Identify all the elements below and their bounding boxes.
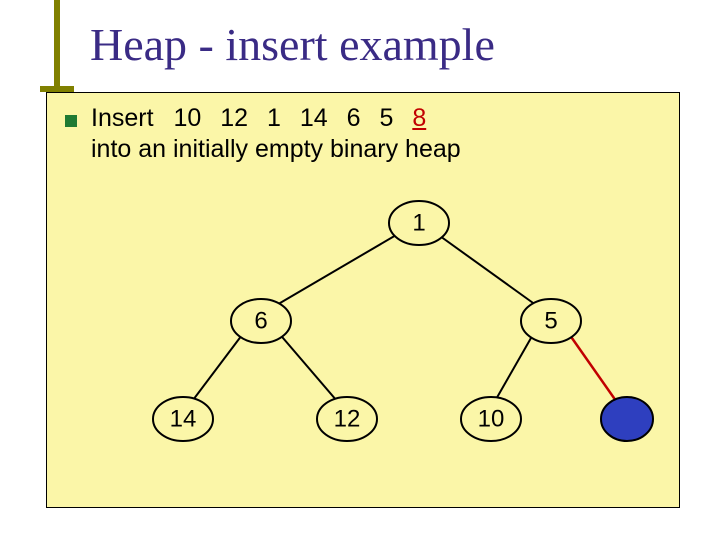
seq-0: 10 — [173, 103, 201, 134]
seq-2: 1 — [267, 103, 281, 134]
node-root-label: 1 — [412, 210, 425, 237]
node-l-label: 6 — [254, 308, 267, 335]
edge-root-l — [263, 231, 403, 313]
node-rl-label: 10 — [478, 406, 505, 433]
content-panel: Insert 10 12 1 14 6 5 8 into an initiall… — [46, 92, 680, 508]
node-rr-new — [601, 397, 653, 441]
seq-6-current: 8 — [412, 103, 426, 134]
seq-4: 6 — [347, 103, 361, 134]
seq-5: 5 — [379, 103, 393, 134]
heap-tree: 1 6 5 14 12 10 — [47, 183, 679, 503]
edge-r-rr-new — [567, 331, 621, 408]
bullet-tail: into an initially empty binary heap — [91, 135, 461, 163]
edge-root-r — [433, 231, 547, 313]
seq-1: 12 — [220, 103, 248, 134]
node-ll-label: 14 — [170, 406, 197, 433]
edge-r-rl — [491, 331, 535, 408]
bullet-prefix: Insert — [91, 104, 154, 132]
bullet-square-icon — [65, 115, 77, 127]
slide: Heap - insert example Insert 10 12 1 14 … — [0, 0, 720, 540]
slide-title: Heap - insert example — [90, 18, 495, 71]
node-lr-label: 12 — [334, 406, 361, 433]
bullet-text: Insert 10 12 1 14 6 5 8 into an initiall… — [91, 103, 461, 166]
node-r-label: 5 — [544, 308, 557, 335]
title-accent-bar — [54, 0, 60, 86]
edge-l-ll — [187, 331, 245, 408]
seq-3: 14 — [300, 103, 328, 134]
edge-l-lr — [277, 331, 343, 408]
